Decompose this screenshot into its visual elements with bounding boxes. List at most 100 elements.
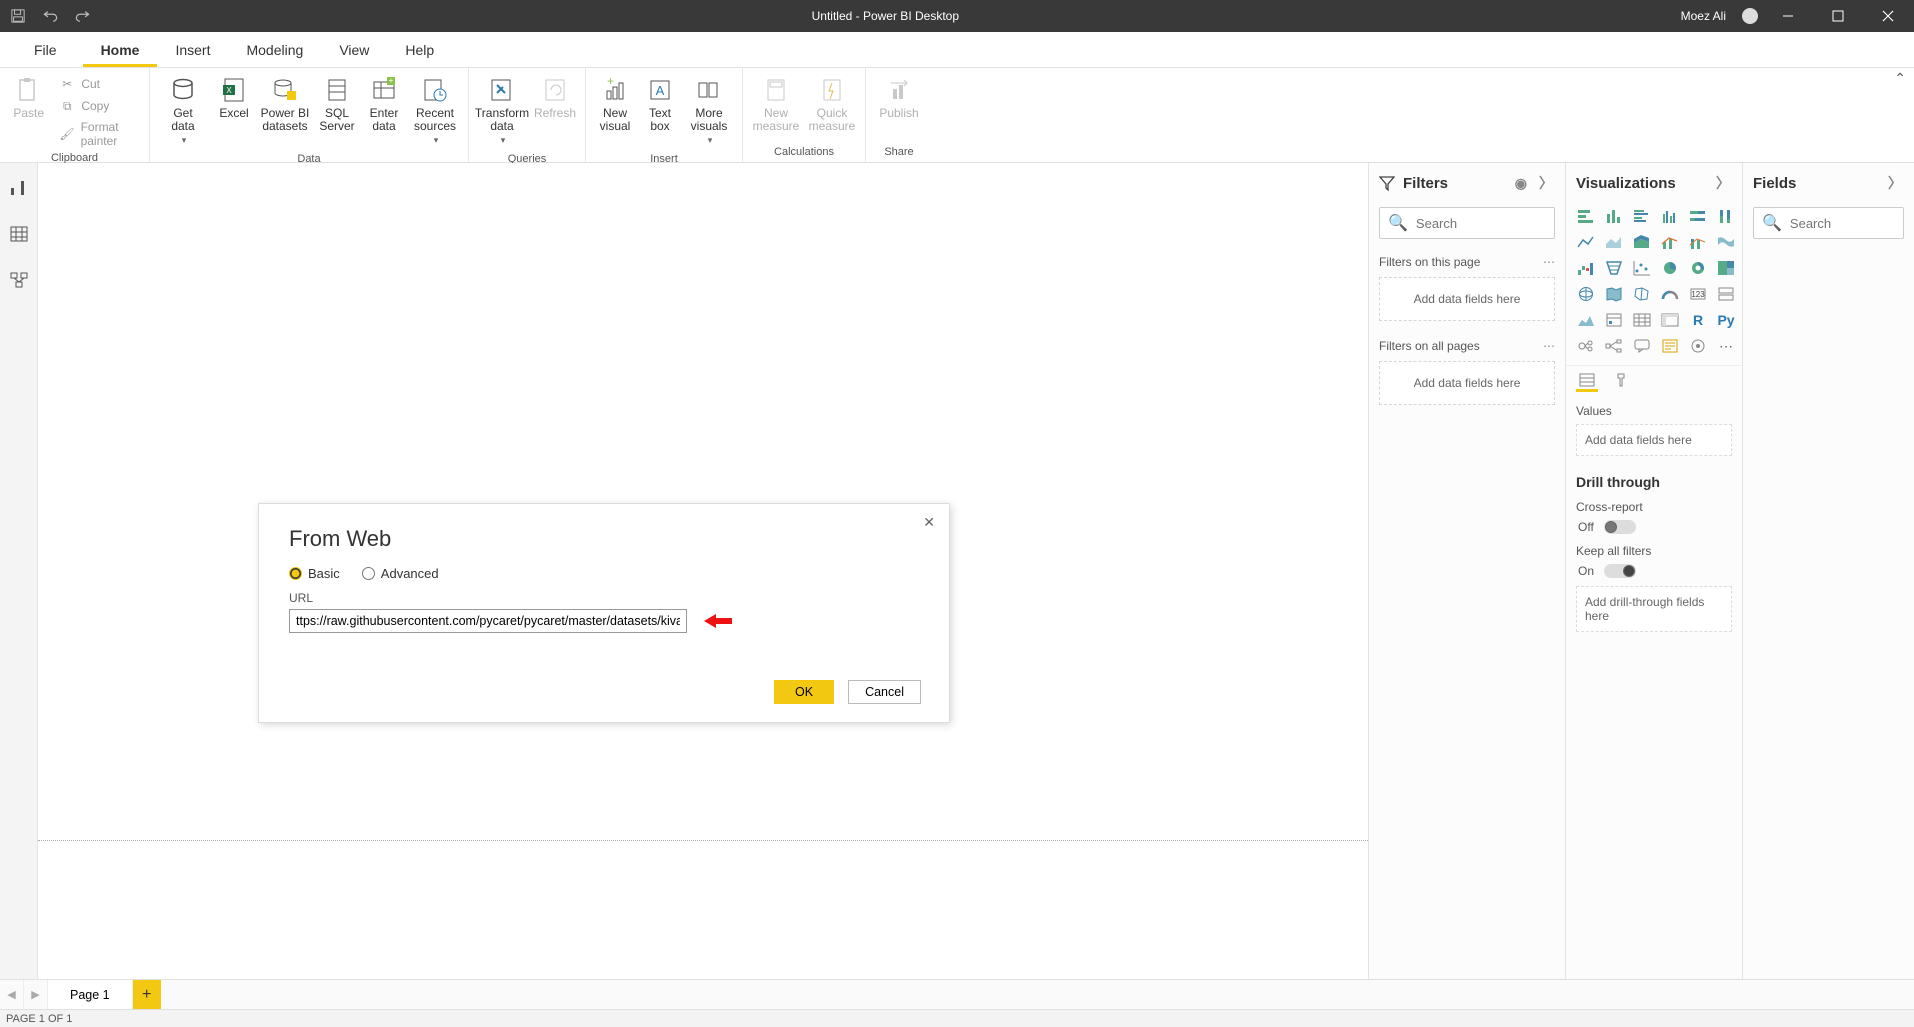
expand-icon[interactable]: 〉 — [1886, 173, 1904, 193]
collapse-ribbon-icon[interactable]: ⌃ — [1894, 70, 1906, 87]
get-data-button[interactable]: Get data — [156, 72, 210, 151]
viz-shape-map-icon[interactable] — [1630, 283, 1654, 305]
undo-icon[interactable] — [42, 8, 58, 24]
viz-arcgis-icon[interactable] — [1686, 335, 1710, 357]
viz-gauge-icon[interactable] — [1658, 283, 1682, 305]
recent-sources-button[interactable]: Recent sources — [408, 72, 462, 151]
report-view-icon[interactable] — [8, 177, 30, 199]
viz-100-stacked-bar-icon[interactable] — [1686, 205, 1710, 227]
add-page-button[interactable]: + — [133, 980, 161, 1009]
textbox-icon: A — [646, 76, 674, 104]
viz-qa-icon[interactable] — [1630, 335, 1654, 357]
more-visuals-button[interactable]: More visuals — [682, 72, 736, 151]
tab-home[interactable]: Home — [83, 34, 158, 67]
viz-matrix-icon[interactable] — [1658, 309, 1682, 331]
tab-file[interactable]: File — [16, 34, 83, 67]
data-view-icon[interactable] — [8, 223, 30, 245]
viz-line-clustered-icon[interactable] — [1658, 231, 1682, 253]
viz-kpi-icon[interactable] — [1574, 309, 1598, 331]
status-bar: PAGE 1 OF 1 — [0, 1009, 1914, 1027]
tab-insert[interactable]: Insert — [157, 34, 228, 67]
tab-view[interactable]: View — [321, 34, 387, 67]
fields-title: Fields — [1753, 175, 1796, 192]
minimize-button[interactable] — [1768, 0, 1808, 32]
page-prev-icon[interactable]: ◀ — [0, 980, 24, 1009]
viz-scatter-icon[interactable] — [1630, 257, 1654, 279]
viz-area-icon[interactable] — [1602, 231, 1626, 253]
eye-icon[interactable]: ◉ — [1513, 175, 1529, 192]
cross-report-toggle[interactable] — [1604, 520, 1636, 534]
more-icon[interactable]: ⋯ — [1543, 339, 1555, 353]
viz-clustered-column-icon[interactable] — [1658, 205, 1682, 227]
viz-funnel-icon[interactable] — [1602, 257, 1626, 279]
viz-key-influencers-icon[interactable] — [1574, 335, 1598, 357]
close-button[interactable] — [1868, 0, 1908, 32]
ok-button[interactable]: OK — [774, 680, 834, 704]
url-input[interactable] — [289, 609, 687, 633]
viz-filled-map-icon[interactable] — [1602, 283, 1626, 305]
expand-icon[interactable]: 〉 — [1537, 173, 1555, 193]
radio-advanced[interactable]: Advanced — [362, 566, 439, 581]
viz-line-icon[interactable] — [1574, 231, 1598, 253]
enter-data-button[interactable]: +Enter data — [362, 72, 406, 137]
viz-python-icon[interactable]: Py — [1714, 309, 1738, 331]
values-drop[interactable]: Add data fields here — [1576, 424, 1732, 456]
transform-data-button[interactable]: Transform data — [475, 72, 529, 151]
values-label: Values — [1566, 398, 1742, 420]
new-visual-button[interactable]: +New visual — [592, 72, 638, 137]
avatar[interactable] — [1742, 8, 1758, 24]
viz-100-stacked-column-icon[interactable] — [1714, 205, 1738, 227]
filters-title: Filters — [1403, 175, 1448, 192]
viz-stacked-area-icon[interactable] — [1630, 231, 1654, 253]
user-name[interactable]: Moez Ali — [1681, 9, 1726, 23]
excel-button[interactable]: XExcel — [212, 72, 256, 124]
viz-decomposition-icon[interactable] — [1602, 335, 1626, 357]
format-tab-icon[interactable] — [1610, 370, 1632, 392]
page-next-icon[interactable]: ▶ — [24, 980, 48, 1009]
powerbi-datasets-button[interactable]: Power BI datasets — [258, 72, 312, 137]
viz-table-icon[interactable] — [1630, 309, 1654, 331]
viz-donut-icon[interactable] — [1686, 257, 1710, 279]
tab-modeling[interactable]: Modeling — [228, 34, 321, 67]
fields-tab-icon[interactable] — [1576, 370, 1598, 392]
viz-multi-card-icon[interactable] — [1714, 283, 1738, 305]
report-canvas[interactable]: ✕ From Web Basic Advanced URL OK Cancel — [38, 163, 1368, 979]
viz-narrative-icon[interactable] — [1658, 335, 1682, 357]
viz-treemap-icon[interactable] — [1714, 257, 1738, 279]
svg-text:123: 123 — [1691, 290, 1705, 299]
radio-basic[interactable]: Basic — [289, 566, 340, 581]
viz-card-icon[interactable]: 123 — [1686, 283, 1710, 305]
viz-pie-icon[interactable] — [1658, 257, 1682, 279]
save-icon[interactable] — [10, 8, 26, 24]
viz-waterfall-icon[interactable] — [1574, 257, 1598, 279]
drill-through-title: Drill through — [1566, 466, 1742, 494]
viz-map-icon[interactable] — [1574, 283, 1598, 305]
viz-r-icon[interactable]: R — [1686, 309, 1710, 331]
viz-clustered-bar-icon[interactable] — [1630, 205, 1654, 227]
viz-stacked-column-icon[interactable] — [1602, 205, 1626, 227]
keep-filters-toggle[interactable] — [1604, 564, 1636, 578]
viz-stacked-bar-icon[interactable] — [1574, 205, 1598, 227]
redo-icon[interactable] — [74, 8, 90, 24]
filters-this-page-drop[interactable]: Add data fields here — [1379, 277, 1555, 321]
filters-search[interactable]: 🔍 — [1379, 207, 1555, 239]
viz-slicer-icon[interactable] — [1602, 309, 1626, 331]
more-icon[interactable]: ⋯ — [1543, 255, 1555, 269]
model-view-icon[interactable] — [8, 269, 30, 291]
maximize-button[interactable] — [1818, 0, 1858, 32]
close-icon[interactable]: ✕ — [923, 514, 935, 531]
cancel-button[interactable]: Cancel — [848, 680, 921, 704]
fields-search-input[interactable] — [1790, 216, 1914, 231]
drill-through-drop[interactable]: Add drill-through fields here — [1576, 586, 1732, 632]
fields-search[interactable]: 🔍 — [1753, 207, 1904, 239]
tab-help[interactable]: Help — [387, 34, 452, 67]
text-box-button[interactable]: AText box — [640, 72, 680, 137]
viz-line-stacked-icon[interactable] — [1686, 231, 1710, 253]
chart-icon: + — [601, 76, 629, 104]
page-tab[interactable]: Page 1 — [48, 980, 133, 1009]
sql-server-button[interactable]: SQL Server — [314, 72, 360, 137]
viz-more-icon[interactable]: ⋯ — [1714, 335, 1738, 357]
expand-icon[interactable]: 〉 — [1714, 173, 1732, 193]
viz-ribbon-icon[interactable] — [1714, 231, 1738, 253]
filters-all-pages-drop[interactable]: Add data fields here — [1379, 361, 1555, 405]
